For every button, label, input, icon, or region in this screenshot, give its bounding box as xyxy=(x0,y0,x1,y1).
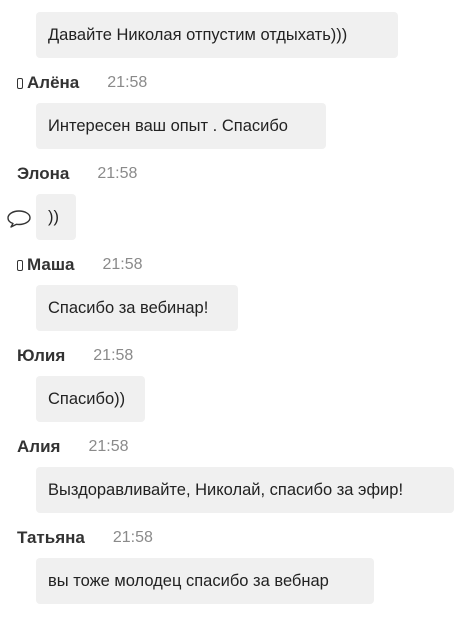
message-header: Татьяна 21:58 xyxy=(17,527,153,549)
message-bubble: Выздоравливайте, Николай, спасибо за эфи… xyxy=(36,467,454,513)
message-time: 21:58 xyxy=(93,347,134,364)
message-text: Интересен ваш опыт . Спасибо xyxy=(48,116,288,135)
speech-bubble-icon[interactable] xyxy=(6,209,32,229)
message-header: Юлия 21:58 xyxy=(17,345,133,367)
message-text: Спасибо за вебинар! xyxy=(48,298,209,317)
chat-feed: Давайте Николая отпустим отдыхать))) Алё… xyxy=(0,0,468,617)
message-header: Маша 21:58 xyxy=(17,254,143,276)
message-bubble: Интересен ваш опыт . Спасибо xyxy=(36,103,326,149)
author-name[interactable]: Юлия xyxy=(17,346,65,366)
message-bubble: Давайте Николая отпустим отдыхать))) xyxy=(36,12,398,58)
message-text: Выздоравливайте, Николай, спасибо за эфи… xyxy=(48,480,404,499)
author-name[interactable]: Алия xyxy=(17,437,60,457)
message-text: Спасибо)) xyxy=(48,389,126,408)
phone-icon xyxy=(17,259,23,271)
message-bubble: вы тоже молодец спасибо за вебнар xyxy=(36,558,374,604)
message-text: Давайте Николая отпустим отдыхать))) xyxy=(48,25,348,44)
author-name[interactable]: Алёна xyxy=(27,73,79,93)
message-time: 21:58 xyxy=(102,256,143,273)
message-header: Алия 21:58 xyxy=(17,436,129,458)
phone-icon xyxy=(17,77,23,89)
message-time: 21:58 xyxy=(107,74,148,91)
author-name[interactable]: Маша xyxy=(27,255,74,275)
message-bubble: Спасибо за вебинар! xyxy=(36,285,238,331)
message-header: Элона 21:58 xyxy=(17,163,137,185)
message-time: 21:58 xyxy=(88,438,129,455)
message-text: вы тоже молодец спасибо за вебнар xyxy=(48,571,329,590)
message-header: Алёна 21:58 xyxy=(17,72,147,94)
author-name[interactable]: Элона xyxy=(17,164,69,184)
message-time: 21:58 xyxy=(97,165,138,182)
message-bubble: )) xyxy=(36,194,76,240)
author-name[interactable]: Татьяна xyxy=(17,528,85,548)
message-time: 21:58 xyxy=(112,529,153,546)
message-bubble: Спасибо)) xyxy=(36,376,145,422)
message-text: )) xyxy=(48,207,59,226)
